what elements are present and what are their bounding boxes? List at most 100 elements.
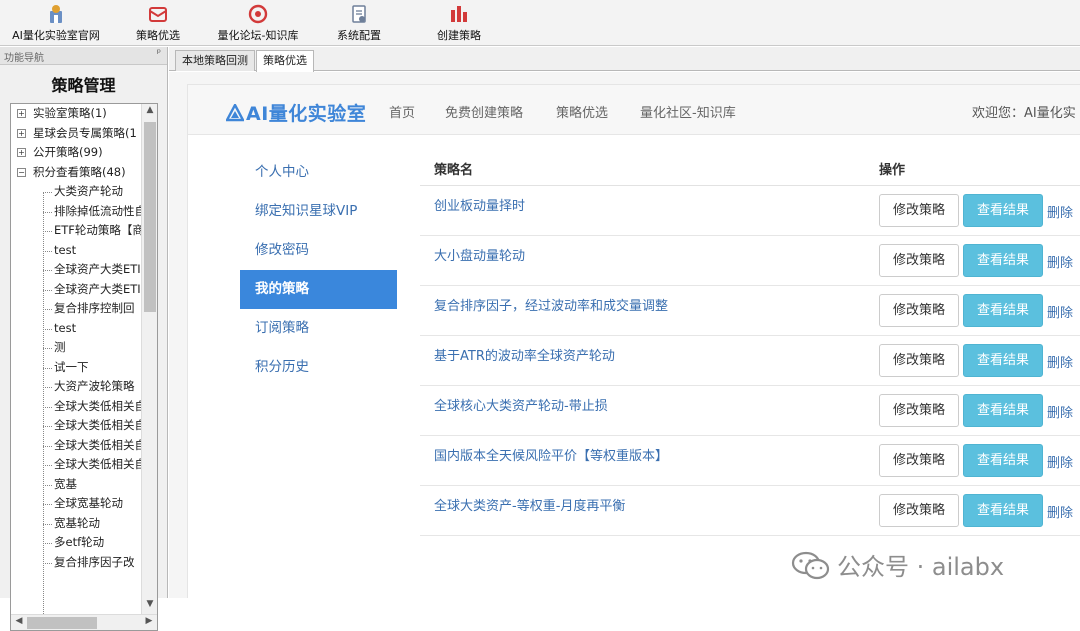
tree-item[interactable]: 全球大类低相关自 (11, 416, 142, 436)
toolbar-forum-button[interactable]: 量化论坛-知识库 (212, 3, 304, 43)
tree-item[interactable]: 排除掉低流动性自 (11, 202, 142, 222)
tree-item[interactable]: 全球大类低相关自 (11, 397, 142, 417)
tree-group[interactable]: + 星球会员专属策略(1 (11, 124, 142, 144)
strategy-name-link[interactable]: 大小盘动量轮动 (434, 245, 525, 264)
tree-item[interactable]: 全球大类低相关自 (11, 436, 142, 456)
scroll-up-icon[interactable]: ▲ (144, 105, 156, 119)
edit-strategy-button[interactable]: 修改策略 (879, 394, 959, 427)
tab-local-backtest[interactable]: 本地策略回测 (175, 50, 255, 71)
tree-item-label: 宽基轮动 (54, 515, 100, 530)
tree-group[interactable]: − 积分查看策略(48) (11, 163, 142, 183)
tree-item-label: test (54, 242, 77, 257)
tree-item[interactable]: 多etf轮动 (11, 533, 142, 553)
tree-item[interactable]: 宽基轮动 (11, 514, 142, 534)
delete-link[interactable]: 删除 (1047, 452, 1073, 471)
scroll-left-icon[interactable]: ◀ (12, 616, 26, 630)
expand-icon[interactable]: + (17, 148, 26, 157)
edit-strategy-button[interactable]: 修改策略 (879, 244, 959, 277)
table-row: 复合排序因子，经过波动率和成交量调整 修改策略 查看结果 删除 (420, 286, 1080, 336)
edit-strategy-button[interactable]: 修改策略 (879, 294, 959, 327)
strategy-name-link[interactable]: 基于ATR的波动率全球资产轮动 (434, 345, 615, 364)
nav-link-community[interactable]: 量化社区-知识库 (640, 102, 736, 121)
strategy-name-link[interactable]: 国内版本全天候风险平价【等权重版本】 (434, 445, 668, 464)
tree-item-label: 复合排序因子改 (54, 554, 135, 569)
delete-link[interactable]: 删除 (1047, 352, 1073, 371)
edit-strategy-button[interactable]: 修改策略 (879, 494, 959, 527)
view-results-button[interactable]: 查看结果 (963, 494, 1043, 527)
tree-item[interactable]: 全球宽基轮动 (11, 494, 142, 514)
delete-link[interactable]: 删除 (1047, 252, 1073, 271)
table-row: 创业板动量择时 修改策略 查看结果 删除 (420, 186, 1080, 236)
expand-icon[interactable]: + (17, 109, 26, 118)
table-row: 基于ATR的波动率全球资产轮动 修改策略 查看结果 删除 (420, 336, 1080, 386)
tree-vertical-scrollbar[interactable]: ▲ ▼ (141, 104, 157, 614)
delete-link[interactable]: 删除 (1047, 302, 1073, 321)
scroll-thumb[interactable] (27, 617, 97, 629)
strategy-tree[interactable]: + 实验室策略(1) + 星球会员专属策略(1 + 公开策略(99) − 积分查看策略(… (10, 103, 158, 631)
expand-icon[interactable]: + (17, 128, 26, 138)
tree-horizontal-scrollbar[interactable]: ◀ ▶ (11, 614, 157, 630)
strategy-name-link[interactable]: 全球大类资产-等权重-月度再平衡 (434, 495, 625, 514)
site-header: AI量化实验室 首页 免费创建策略 策略优选 量化社区-知识库 欢迎您：AI量化… (188, 85, 1080, 135)
edit-strategy-button[interactable]: 修改策略 (879, 444, 959, 477)
nav-link-create-strategy[interactable]: 免费创建策略 (445, 102, 523, 121)
scroll-thumb[interactable] (144, 122, 156, 312)
delete-link[interactable]: 删除 (1047, 202, 1073, 221)
strategy-name-link[interactable]: 复合排序因子，经过波动率和成交量调整 (434, 295, 668, 314)
toolbar-system-config-button[interactable]: 系统配置 (333, 3, 385, 43)
tree-item-label: ETF轮动策略【商 (54, 223, 142, 237)
site-logo[interactable]: AI量化实验室 (226, 99, 366, 126)
view-results-button[interactable]: 查看结果 (963, 194, 1043, 227)
view-results-button[interactable]: 查看结果 (963, 344, 1043, 377)
toolbar-strategy-select-button[interactable]: 策略优选 (132, 3, 184, 43)
watermark: 公众号 · ailabx (791, 547, 1004, 587)
menu-item-subscriptions[interactable]: 订阅策略 (240, 309, 397, 348)
strategy-name-link[interactable]: 全球核心大类资产轮动-带止损 (434, 395, 608, 414)
main-toolbar: AI量化实验室官网 策略优选 量化论坛-知识库 系统配置 创建策略 (0, 0, 1080, 46)
tree-item[interactable]: ETF轮动策略【商 (11, 221, 142, 241)
tree-group[interactable]: + 公开策略(99) (11, 143, 142, 163)
menu-item-points-history[interactable]: 积分历史 (240, 348, 397, 387)
delete-link[interactable]: 删除 (1047, 402, 1073, 421)
tree-group[interactable]: + 实验室策略(1) (11, 104, 142, 124)
tree-item[interactable]: 大类资产轮动 (11, 182, 142, 202)
tree-item-label: 多etf轮动 (54, 535, 105, 549)
tree-item[interactable]: 全球大类低相关自 (11, 455, 142, 475)
toolbar-create-strategy-button[interactable]: 创建策略 (433, 3, 485, 43)
menu-item-change-password[interactable]: 修改密码 (240, 231, 397, 270)
view-results-button[interactable]: 查看结果 (963, 244, 1043, 277)
view-results-button[interactable]: 查看结果 (963, 444, 1043, 477)
view-results-button[interactable]: 查看结果 (963, 294, 1043, 327)
nav-link-strategy-select[interactable]: 策略优选 (556, 102, 608, 121)
scroll-right-icon[interactable]: ▶ (142, 616, 156, 630)
collapse-icon[interactable]: − (17, 167, 26, 177)
tree-item-label: 复合排序控制回 (54, 301, 135, 315)
nav-link-home[interactable]: 首页 (389, 102, 415, 121)
nav-panel-header: 功能导航 ᵖ (0, 47, 167, 65)
tree-item[interactable]: 全球资产大类ETI (11, 260, 142, 280)
edit-strategy-button[interactable]: 修改策略 (879, 344, 959, 377)
tree-item[interactable]: 复合排序因子改 (11, 553, 142, 573)
pin-icon[interactable]: ᵖ (157, 48, 161, 59)
menu-item-my-strategies[interactable]: 我的策略 (240, 270, 397, 309)
menu-item-bind-vip[interactable]: 绑定知识星球VIP (240, 192, 397, 231)
web-content-frame: AI量化实验室 首页 免费创建策略 策略优选 量化社区-知识库 欢迎您：AI量化… (169, 72, 1080, 598)
tree-item[interactable]: 全球资产大类ETI (11, 280, 142, 300)
table-row: 全球核心大类资产轮动-带止损 修改策略 查看结果 删除 (420, 386, 1080, 436)
scroll-down-icon[interactable]: ▼ (144, 599, 156, 613)
config-document-icon (352, 5, 366, 23)
tab-strategy-select[interactable]: 策略优选 (256, 50, 314, 72)
view-results-button[interactable]: 查看结果 (963, 394, 1043, 427)
tree-item[interactable]: 试一下 (11, 358, 142, 378)
menu-item-profile[interactable]: 个人中心 (240, 153, 397, 192)
tree-item[interactable]: 测 (11, 338, 142, 358)
tree-item[interactable]: 宽基 (11, 475, 142, 495)
delete-link[interactable]: 删除 (1047, 502, 1073, 521)
tree-item[interactable]: 复合排序控制回 (11, 299, 142, 319)
tree-item[interactable]: test (11, 241, 142, 261)
tree-item[interactable]: 大资产波轮策略 (11, 377, 142, 397)
toolbar-lab-home-button[interactable]: AI量化实验室官网 (8, 3, 104, 43)
edit-strategy-button[interactable]: 修改策略 (879, 194, 959, 227)
tree-item[interactable]: test (11, 319, 142, 339)
strategy-name-link[interactable]: 创业板动量择时 (434, 195, 525, 214)
